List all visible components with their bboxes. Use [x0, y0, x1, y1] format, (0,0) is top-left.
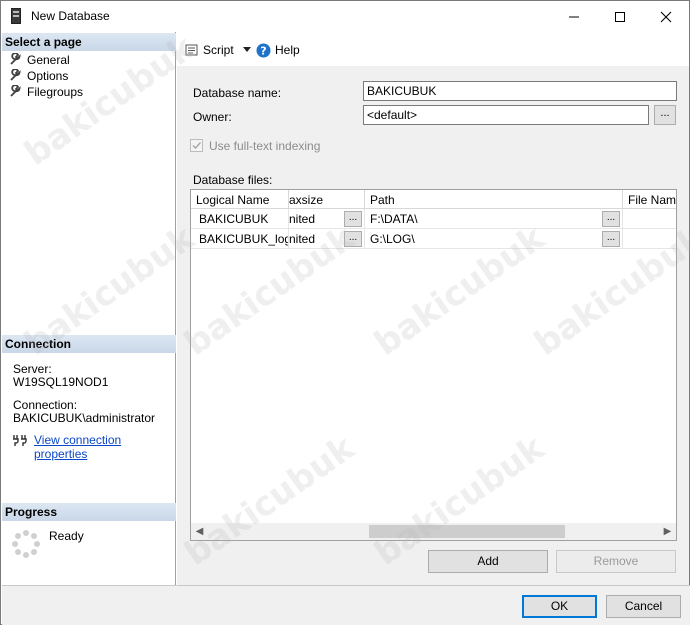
column-path[interactable]: Path [365, 190, 623, 209]
owner-browse-button[interactable]: ... [654, 105, 676, 125]
help-label: Help [275, 43, 300, 57]
connection-value: BAKICUBUK\administrator [13, 411, 156, 425]
maxsize-browse-button[interactable]: ... [344, 231, 362, 247]
checkmark-icon [192, 142, 202, 150]
maxsize-cell[interactable]: nited ... [289, 229, 365, 249]
right-pane: Script ? Help Database name: BAKICUBUK O… [177, 32, 689, 585]
script-label: Script [203, 43, 234, 57]
cancel-button[interactable]: Cancel [606, 595, 681, 618]
page-general[interactable]: General [9, 52, 70, 67]
table-row[interactable]: BAKICUBUK nited ... F:\DATA\ ... [191, 209, 676, 229]
maxsize-cell[interactable]: nited ... [289, 209, 365, 229]
close-button[interactable] [643, 1, 689, 32]
minimize-icon [569, 16, 579, 18]
page-filegroups[interactable]: Filegroups [9, 84, 83, 99]
fulltext-indexing-label: Use full-text indexing [209, 139, 321, 153]
page-general-label: General [27, 52, 70, 67]
help-icon: ? [256, 43, 271, 57]
logical-name-cell[interactable]: BAKICUBUK_log [191, 229, 289, 249]
help-button[interactable]: ? Help [256, 41, 300, 59]
dialog-footer: OK Cancel [2, 585, 690, 625]
page-options-label: Options [27, 68, 69, 83]
owner-input[interactable]: <default> [363, 105, 649, 125]
toolbar: Script ? Help [177, 32, 689, 66]
owner-label: Owner: [193, 110, 232, 124]
path-browse-button[interactable]: ... [602, 211, 620, 227]
fulltext-indexing-checkbox[interactable] [190, 139, 203, 152]
scroll-right-icon[interactable]: ▶ [659, 523, 676, 540]
logical-name-cell[interactable]: BAKICUBUK [191, 209, 289, 229]
horizontal-scrollbar[interactable]: ◀ ▶ [191, 523, 676, 540]
progress-spinner-icon [12, 530, 40, 558]
script-icon [185, 44, 198, 56]
maxsize-browse-button[interactable]: ... [344, 211, 362, 227]
new-database-dialog: New Database Select a page General Optio… [0, 0, 690, 625]
select-page-header: Select a page [2, 33, 176, 51]
progress-header: Progress [2, 503, 176, 521]
wrench-icon [10, 69, 21, 81]
script-button[interactable]: Script [185, 41, 252, 59]
column-maxsize[interactable]: axsize [289, 190, 365, 209]
table-row[interactable]: BAKICUBUK_log nited ... G:\LOG\ ... [191, 229, 676, 249]
maximize-button[interactable] [597, 1, 643, 32]
page-filegroups-label: Filegroups [27, 84, 84, 99]
file-name-cell[interactable] [623, 209, 676, 229]
dropdown-arrow-icon [242, 47, 251, 52]
path-cell[interactable]: G:\LOG\ ... [365, 229, 623, 249]
ssms-app-icon [11, 8, 21, 24]
database-files-grid: Logical Name axsize Path File Name BAKIC… [190, 189, 677, 541]
progress-status: Ready [49, 529, 84, 543]
maxsize-value: nited [289, 232, 316, 246]
page-options[interactable]: Options [9, 68, 68, 83]
scrollbar-thumb[interactable] [369, 525, 565, 538]
ok-button[interactable]: OK [522, 595, 597, 618]
wrench-icon [10, 53, 21, 65]
database-files-label: Database files: [193, 173, 273, 187]
svg-text:?: ? [260, 44, 266, 57]
column-logical-name[interactable]: Logical Name [191, 190, 289, 209]
column-file-name[interactable]: File Name [623, 190, 676, 209]
connection-header: Connection [2, 335, 176, 353]
grid-header: Logical Name axsize Path File Name [191, 190, 676, 209]
path-value: G:\LOG\ [370, 232, 415, 246]
path-cell[interactable]: F:\DATA\ ... [365, 209, 623, 229]
view-connection-properties-link[interactable]: View connection properties [34, 433, 175, 461]
server-label: Server: [13, 362, 52, 376]
window-title: New Database [31, 9, 110, 23]
database-name-label: Database name: [193, 86, 282, 100]
server-value: W19SQL19NOD1 [13, 375, 109, 389]
path-browse-button[interactable]: ... [602, 231, 620, 247]
connection-label: Connection: [13, 398, 78, 412]
title-bar[interactable]: New Database [1, 1, 689, 32]
minimize-button[interactable] [551, 1, 597, 32]
maximize-icon [615, 12, 625, 22]
left-pane: Select a page General Options Filegroups… [2, 32, 176, 585]
close-icon [660, 11, 672, 23]
plug-connection-icon [13, 435, 27, 446]
wrench-icon [10, 85, 21, 97]
database-name-input[interactable]: BAKICUBUK [363, 81, 677, 101]
path-value: F:\DATA\ [370, 212, 418, 226]
scroll-left-icon[interactable]: ◀ [191, 523, 208, 540]
maxsize-value: nited [289, 212, 316, 226]
remove-button[interactable]: Remove [556, 550, 676, 573]
add-button[interactable]: Add [428, 550, 548, 573]
file-name-cell[interactable] [623, 229, 676, 249]
